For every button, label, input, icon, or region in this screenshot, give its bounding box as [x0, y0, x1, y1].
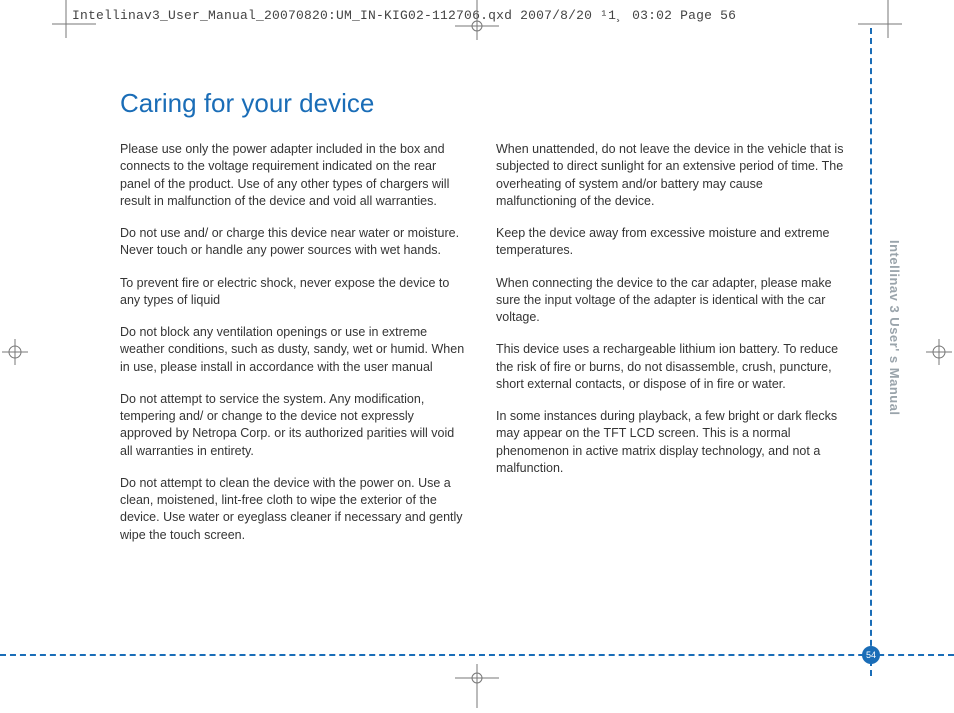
registration-mark-icon: [2, 339, 28, 365]
body-paragraph: When unattended, do not leave the device…: [496, 141, 844, 210]
crop-mark-icon: [858, 0, 918, 54]
page-body: Caring for your device Please use only t…: [120, 88, 844, 644]
body-paragraph: Do not block any ventilation openings or…: [120, 324, 468, 376]
body-columns: Please use only the power adapter includ…: [120, 141, 844, 559]
body-paragraph: To prevent fire or electric shock, never…: [120, 275, 468, 310]
crop-mark-icon: [447, 0, 507, 56]
crop-mark-icon: [36, 0, 96, 54]
running-head: Intellinav 3 User' s Manual: [887, 240, 902, 416]
body-paragraph: Please use only the power adapter includ…: [120, 141, 468, 210]
body-paragraph: Do not attempt to clean the device with …: [120, 475, 468, 544]
left-column: Please use only the power adapter includ…: [120, 141, 468, 559]
crop-mark-icon: [447, 648, 507, 708]
page-title: Caring for your device: [120, 88, 844, 119]
registration-mark-icon: [926, 339, 952, 365]
trim-guide-vertical: [870, 28, 872, 676]
body-paragraph: When connecting the device to the car ad…: [496, 275, 844, 327]
body-paragraph: Do not attempt to service the system. An…: [120, 391, 468, 460]
body-paragraph: This device uses a rechargeable lithium …: [496, 341, 844, 393]
body-paragraph: Do not use and/ or charge this device ne…: [120, 225, 468, 260]
prepress-slug: Intellinav3_User_Manual_20070820:UM_IN-K…: [72, 8, 736, 23]
right-column: When unattended, do not leave the device…: [496, 141, 844, 559]
body-paragraph: Keep the device away from excessive mois…: [496, 225, 844, 260]
trim-guide-horizontal: [0, 654, 954, 656]
page-number-badge: 54: [862, 646, 880, 664]
body-paragraph: In some instances during playback, a few…: [496, 408, 844, 477]
